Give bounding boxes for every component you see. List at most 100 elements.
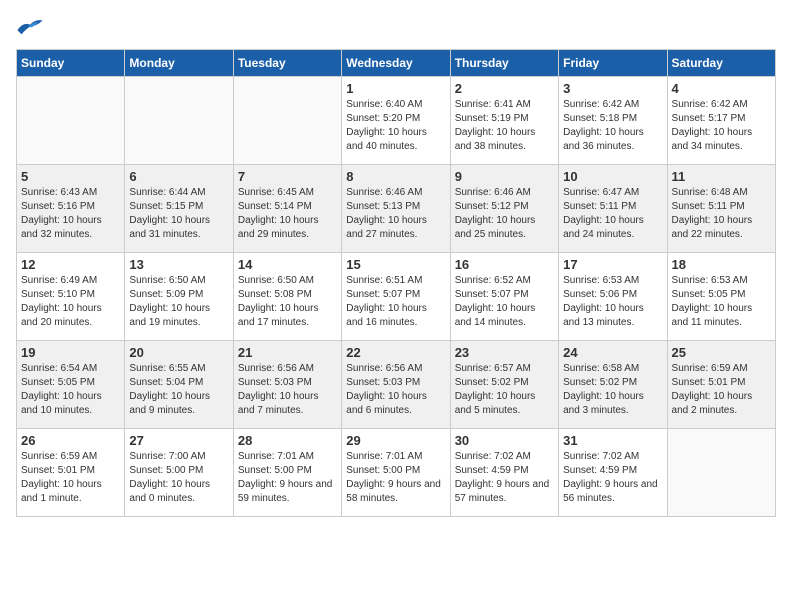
day-cell-9: 9 Sunrise: 6:46 AMSunset: 5:12 PMDaylight… bbox=[450, 165, 558, 253]
day-number: 8 bbox=[346, 169, 445, 184]
day-number: 5 bbox=[21, 169, 120, 184]
day-number: 23 bbox=[455, 345, 554, 360]
day-number: 2 bbox=[455, 81, 554, 96]
day-cell-8: 8 Sunrise: 6:46 AMSunset: 5:13 PMDaylight… bbox=[342, 165, 450, 253]
day-cell-7: 7 Sunrise: 6:45 AMSunset: 5:14 PMDaylight… bbox=[233, 165, 341, 253]
day-cell-25: 25Sunrise: 6:59 AMSunset: 5:01 PMDayligh… bbox=[667, 341, 775, 429]
day-number: 19 bbox=[21, 345, 120, 360]
day-cell-19: 19 Sunrise: 6:54 AMSunset: 5:05 PMDayligh… bbox=[17, 341, 125, 429]
day-number: 4 bbox=[672, 81, 771, 96]
day-info: Sunrise: 7:00 AMSunset: 5:00 PMDaylight:… bbox=[129, 450, 228, 506]
day-cell-24: 24 Sunrise: 6:58 AMSunset: 5:02 PMDayligh… bbox=[559, 341, 667, 429]
day-cell-10: 10Sunrise: 6:47 AMSunset: 5:11 PMDayligh… bbox=[559, 165, 667, 253]
day-cell-30: 30 Sunrise: 7:02 AMSunset: 4:59 PMDayligh… bbox=[450, 429, 558, 517]
day-number: 10 bbox=[563, 169, 662, 184]
week-row-4: 19 Sunrise: 6:54 AMSunset: 5:05 PMDayligh… bbox=[17, 341, 776, 429]
day-info: Sunrise: 6:46 AMSunset: 5:12 PMDaylight:… bbox=[455, 186, 554, 242]
day-cell-28: 28 Sunrise: 7:01 AMSunset: 5:00 PMDayligh… bbox=[233, 429, 341, 517]
day-info: Sunrise: 6:58 AMSunset: 5:02 PMDaylight:… bbox=[563, 362, 662, 418]
day-info: Sunrise: 6:52 AMSunset: 5:07 PMDaylight:… bbox=[455, 274, 554, 330]
day-cell-31: 31Sunrise: 7:02 AMSunset: 4:59 PMDayligh… bbox=[559, 429, 667, 517]
day-info: Sunrise: 6:51 AMSunset: 5:07 PMDaylight:… bbox=[346, 274, 445, 330]
day-cell-12: 12Sunrise: 6:49 AMSunset: 5:10 PMDayligh… bbox=[17, 253, 125, 341]
day-number: 9 bbox=[455, 169, 554, 184]
day-cell-4: 4 Sunrise: 6:42 AMSunset: 5:17 PMDaylight… bbox=[667, 77, 775, 165]
day-number: 29 bbox=[346, 433, 445, 448]
day-cell-2: 2 Sunrise: 6:41 AMSunset: 5:19 PMDaylight… bbox=[450, 77, 558, 165]
empty-cell bbox=[667, 429, 775, 517]
day-number: 27 bbox=[129, 433, 228, 448]
weekday-header-saturday: Saturday bbox=[667, 50, 775, 77]
day-info: Sunrise: 6:50 AMSunset: 5:08 PMDaylight:… bbox=[238, 274, 337, 330]
day-number: 25 bbox=[672, 345, 771, 360]
day-number: 30 bbox=[455, 433, 554, 448]
day-number: 11 bbox=[672, 169, 771, 184]
day-cell-17: 17 Sunrise: 6:53 AMSunset: 5:06 PMDayligh… bbox=[559, 253, 667, 341]
day-number: 21 bbox=[238, 345, 337, 360]
weekday-header-wednesday: Wednesday bbox=[342, 50, 450, 77]
week-row-2: 5 Sunrise: 6:43 AMSunset: 5:16 PMDaylight… bbox=[17, 165, 776, 253]
day-info: Sunrise: 6:42 AMSunset: 5:18 PMDaylight:… bbox=[563, 98, 662, 154]
day-cell-5: 5 Sunrise: 6:43 AMSunset: 5:16 PMDaylight… bbox=[17, 165, 125, 253]
day-number: 7 bbox=[238, 169, 337, 184]
day-info: Sunrise: 7:01 AMSunset: 5:00 PMDaylight:… bbox=[238, 450, 337, 506]
day-cell-21: 21 Sunrise: 6:56 AMSunset: 5:03 PMDayligh… bbox=[233, 341, 341, 429]
day-info: Sunrise: 6:54 AMSunset: 5:05 PMDaylight:… bbox=[21, 362, 120, 418]
header bbox=[16, 16, 776, 41]
day-info: Sunrise: 6:40 AMSunset: 5:20 PMDaylight:… bbox=[346, 98, 445, 154]
week-row-5: 26Sunrise: 6:59 AMSunset: 5:01 PMDayligh… bbox=[17, 429, 776, 517]
day-info: Sunrise: 6:44 AMSunset: 5:15 PMDaylight:… bbox=[129, 186, 228, 242]
weekday-header-sunday: Sunday bbox=[17, 50, 125, 77]
day-info: Sunrise: 7:01 AMSunset: 5:00 PMDaylight:… bbox=[346, 450, 445, 506]
day-cell-18: 18Sunrise: 6:53 AMSunset: 5:05 PMDayligh… bbox=[667, 253, 775, 341]
day-info: Sunrise: 6:45 AMSunset: 5:14 PMDaylight:… bbox=[238, 186, 337, 242]
day-info: Sunrise: 6:50 AMSunset: 5:09 PMDaylight:… bbox=[129, 274, 228, 330]
day-number: 13 bbox=[129, 257, 228, 272]
day-number: 14 bbox=[238, 257, 337, 272]
day-number: 3 bbox=[563, 81, 662, 96]
day-info: Sunrise: 6:53 AMSunset: 5:06 PMDaylight:… bbox=[563, 274, 662, 330]
day-cell-15: 15Sunrise: 6:51 AMSunset: 5:07 PMDayligh… bbox=[342, 253, 450, 341]
day-cell-6: 6 Sunrise: 6:44 AMSunset: 5:15 PMDaylight… bbox=[125, 165, 233, 253]
day-cell-20: 20 Sunrise: 6:55 AMSunset: 5:04 PMDayligh… bbox=[125, 341, 233, 429]
week-row-1: 1 Sunrise: 6:40 AMSunset: 5:20 PMDaylight… bbox=[17, 77, 776, 165]
day-info: Sunrise: 6:42 AMSunset: 5:17 PMDaylight:… bbox=[672, 98, 771, 154]
logo bbox=[16, 16, 48, 41]
day-number: 20 bbox=[129, 345, 228, 360]
weekday-header-friday: Friday bbox=[559, 50, 667, 77]
day-cell-13: 13 Sunrise: 6:50 AMSunset: 5:09 PMDayligh… bbox=[125, 253, 233, 341]
day-info: Sunrise: 6:59 AMSunset: 5:01 PMDaylight:… bbox=[21, 450, 120, 506]
weekday-header-thursday: Thursday bbox=[450, 50, 558, 77]
day-cell-11: 11Sunrise: 6:48 AMSunset: 5:11 PMDayligh… bbox=[667, 165, 775, 253]
day-number: 24 bbox=[563, 345, 662, 360]
day-info: Sunrise: 6:43 AMSunset: 5:16 PMDaylight:… bbox=[21, 186, 120, 242]
day-cell-29: 29 Sunrise: 7:01 AMSunset: 5:00 PMDayligh… bbox=[342, 429, 450, 517]
day-info: Sunrise: 6:46 AMSunset: 5:13 PMDaylight:… bbox=[346, 186, 445, 242]
day-info: Sunrise: 6:41 AMSunset: 5:19 PMDaylight:… bbox=[455, 98, 554, 154]
calendar: SundayMondayTuesdayWednesdayThursdayFrid… bbox=[16, 49, 776, 517]
day-info: Sunrise: 6:56 AMSunset: 5:03 PMDaylight:… bbox=[238, 362, 337, 418]
day-cell-23: 23Sunrise: 6:57 AMSunset: 5:02 PMDayligh… bbox=[450, 341, 558, 429]
empty-cell bbox=[233, 77, 341, 165]
day-cell-1: 1 Sunrise: 6:40 AMSunset: 5:20 PMDaylight… bbox=[342, 77, 450, 165]
day-cell-26: 26Sunrise: 6:59 AMSunset: 5:01 PMDayligh… bbox=[17, 429, 125, 517]
day-info: Sunrise: 7:02 AMSunset: 4:59 PMDaylight:… bbox=[455, 450, 554, 506]
day-cell-16: 16 Sunrise: 6:52 AMSunset: 5:07 PMDayligh… bbox=[450, 253, 558, 341]
weekday-header-row: SundayMondayTuesdayWednesdayThursdayFrid… bbox=[17, 50, 776, 77]
day-number: 6 bbox=[129, 169, 228, 184]
day-number: 16 bbox=[455, 257, 554, 272]
day-cell-27: 27 Sunrise: 7:00 AMSunset: 5:00 PMDayligh… bbox=[125, 429, 233, 517]
day-cell-3: 3 Sunrise: 6:42 AMSunset: 5:18 PMDaylight… bbox=[559, 77, 667, 165]
weekday-header-tuesday: Tuesday bbox=[233, 50, 341, 77]
day-number: 1 bbox=[346, 81, 445, 96]
day-number: 31 bbox=[563, 433, 662, 448]
day-number: 22 bbox=[346, 345, 445, 360]
day-info: Sunrise: 6:55 AMSunset: 5:04 PMDaylight:… bbox=[129, 362, 228, 418]
week-row-3: 12Sunrise: 6:49 AMSunset: 5:10 PMDayligh… bbox=[17, 253, 776, 341]
weekday-header-monday: Monday bbox=[125, 50, 233, 77]
day-number: 17 bbox=[563, 257, 662, 272]
day-info: Sunrise: 6:56 AMSunset: 5:03 PMDaylight:… bbox=[346, 362, 445, 418]
day-info: Sunrise: 6:53 AMSunset: 5:05 PMDaylight:… bbox=[672, 274, 771, 330]
logo-image bbox=[16, 16, 44, 41]
day-number: 28 bbox=[238, 433, 337, 448]
